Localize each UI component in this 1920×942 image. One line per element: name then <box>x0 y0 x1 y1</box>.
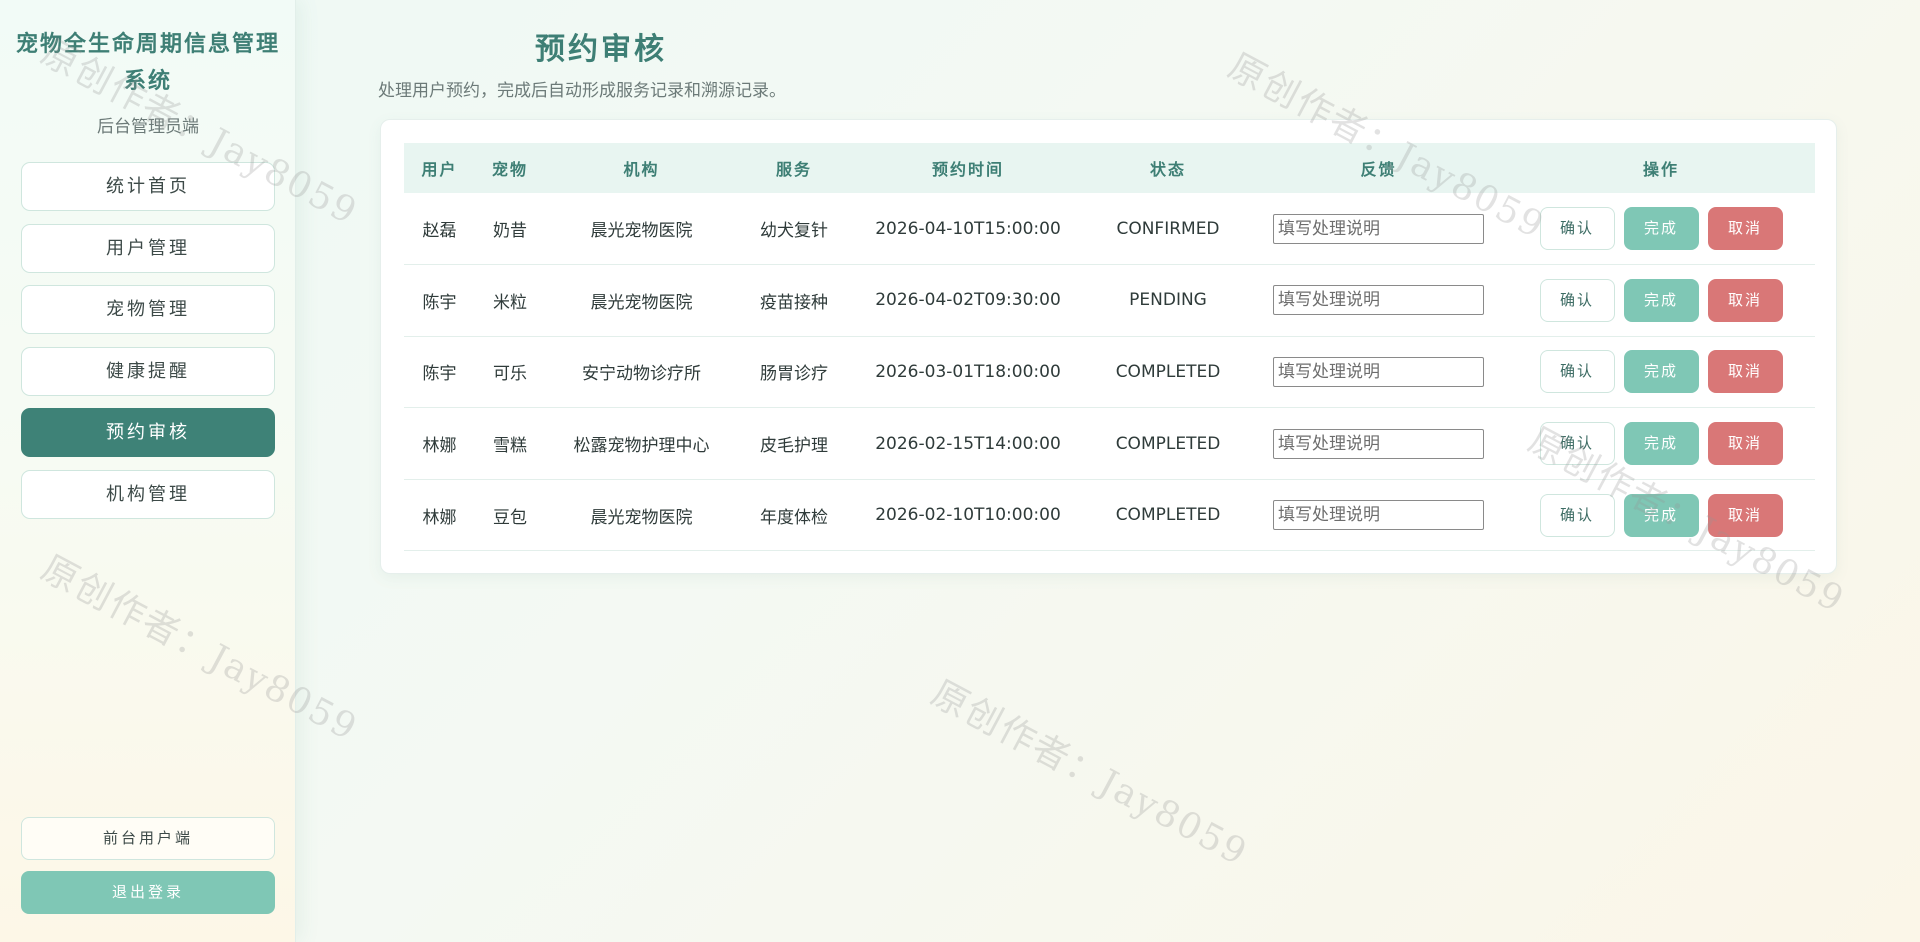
cell-service: 年度体检 <box>760 507 828 528</box>
header-institution: 机构 <box>623 160 660 179</box>
sidebar-nav: 统计首页 用户管理 宠物管理 健康提醒 预约审核 机构管理 <box>21 162 275 531</box>
feedback-input[interactable] <box>1273 500 1484 531</box>
cancel-button[interactable]: 取消 <box>1707 422 1783 466</box>
cell-user: 林娜 <box>422 507 457 528</box>
cell-actions: 确认 完成 取消 <box>1507 193 1815 265</box>
cell-status: CONFIRMED <box>1116 218 1220 239</box>
cell-user: 陈宇 <box>422 292 457 313</box>
cell-feedback <box>1250 479 1507 551</box>
complete-button[interactable]: 完成 <box>1623 350 1699 394</box>
header-user: 用户 <box>421 160 458 179</box>
confirm-button[interactable]: 确认 <box>1539 422 1615 466</box>
confirm-button[interactable]: 确认 <box>1539 207 1615 251</box>
cancel-button[interactable]: 取消 <box>1707 207 1783 251</box>
confirm-button[interactable]: 确认 <box>1539 493 1615 537</box>
app-subtitle: 后台管理员端 <box>97 117 199 137</box>
cell-institution: 安宁动物诊疗所 <box>582 364 701 385</box>
feedback-input[interactable] <box>1273 285 1484 316</box>
cell-service: 肠胃诊疗 <box>760 364 828 385</box>
cell-user: 林娜 <box>422 436 457 457</box>
cell-feedback <box>1250 336 1507 408</box>
cell-actions: 确认 完成 取消 <box>1507 479 1815 551</box>
cell-service: 幼犬复针 <box>760 221 828 242</box>
cell-institution: 晨光宠物医院 <box>590 292 693 313</box>
cell-feedback <box>1250 408 1507 480</box>
cell-user: 赵磊 <box>422 221 457 242</box>
table-row: 林娜 豆包 晨光宠物医院 年度体检 2026-02-10T10:00:00 CO… <box>404 479 1815 551</box>
confirm-button[interactable]: 确认 <box>1539 350 1615 394</box>
cell-time: 2026-02-15T14:00:00 <box>875 433 1061 454</box>
complete-button[interactable]: 完成 <box>1623 207 1699 251</box>
cell-pet: 可乐 <box>493 364 527 385</box>
header-status: 状态 <box>1149 160 1186 179</box>
table-row: 林娜 雪糕 松露宠物护理中心 皮毛护理 2026-02-15T14:00:00 … <box>404 408 1815 480</box>
page-title: 预约审核 <box>535 32 667 67</box>
sidebar-item-users[interactable]: 用户管理 <box>21 223 275 273</box>
cell-user: 陈宇 <box>422 364 457 385</box>
table-row: 陈宇 可乐 安宁动物诊疗所 肠胃诊疗 2026-03-01T18:00:00 C… <box>404 336 1815 408</box>
cell-time: 2026-03-01T18:00:00 <box>875 361 1061 382</box>
complete-button[interactable]: 完成 <box>1623 422 1699 466</box>
table-header-row: 用户 宠物 机构 服务 预约时间 状态 反馈 操作 <box>404 143 1815 193</box>
cell-pet: 雪糕 <box>493 436 527 457</box>
app-title: 宠物全生命周期信息管理系统 <box>16 31 281 94</box>
header-actions: 操作 <box>1642 160 1679 179</box>
cancel-button[interactable]: 取消 <box>1707 278 1783 322</box>
header-appointment-time: 预约时间 <box>931 160 1004 179</box>
table-row: 赵磊 奶昔 晨光宠物医院 幼犬复针 2026-04-10T15:00:00 CO… <box>404 193 1815 265</box>
cell-feedback <box>1250 193 1507 265</box>
cell-status: COMPLETED <box>1115 433 1221 454</box>
cell-pet: 豆包 <box>493 507 527 528</box>
cell-pet: 奶昔 <box>493 221 527 242</box>
complete-button[interactable]: 完成 <box>1623 493 1699 537</box>
header-service: 服务 <box>775 160 812 179</box>
sidebar-item-pets[interactable]: 宠物管理 <box>21 285 275 334</box>
feedback-input[interactable] <box>1273 356 1484 387</box>
cell-service: 皮毛护理 <box>760 436 828 457</box>
sidebar-item-health-reminders[interactable]: 健康提醒 <box>21 346 275 396</box>
cell-feedback <box>1250 265 1507 337</box>
cancel-button[interactable]: 取消 <box>1707 350 1783 394</box>
cell-actions: 确认 完成 取消 <box>1507 265 1815 337</box>
cell-institution: 松露宠物护理中心 <box>573 436 710 457</box>
feedback-input[interactable] <box>1273 428 1484 459</box>
confirm-button[interactable]: 确认 <box>1539 278 1615 322</box>
sidebar: 宠物全生命周期信息管理系统 后台管理员端 统计首页 用户管理 宠物管理 健康提醒… <box>0 0 296 942</box>
cell-actions: 确认 完成 取消 <box>1507 336 1815 408</box>
header-feedback: 反馈 <box>1360 160 1397 179</box>
sidebar-item-dashboard[interactable]: 统计首页 <box>21 162 275 211</box>
cell-institution: 晨光宠物医院 <box>590 221 693 242</box>
cancel-button[interactable]: 取消 <box>1707 493 1783 537</box>
cell-time: 2026-04-10T15:00:00 <box>875 218 1061 239</box>
complete-button[interactable]: 完成 <box>1623 278 1699 322</box>
watermark: 原创作者：Jay8059 <box>924 672 1255 875</box>
cell-pet: 米粒 <box>493 292 527 313</box>
cell-status: PENDING <box>1129 290 1207 311</box>
front-end-button[interactable]: 前台用户端 <box>21 817 275 860</box>
cell-status: COMPLETED <box>1115 361 1221 382</box>
page-description: 处理用户预约，完成后自动形成服务记录和溯源记录。 <box>378 81 786 101</box>
cell-time: 2026-02-10T10:00:00 <box>875 505 1061 526</box>
cell-institution: 晨光宠物医院 <box>590 507 693 528</box>
table-row: 陈宇 米粒 晨光宠物医院 疫苗接种 2026-04-02T09:30:00 PE… <box>404 265 1815 337</box>
sidebar-item-appointment-review[interactable]: 预约审核 <box>21 408 275 457</box>
cell-service: 疫苗接种 <box>760 292 828 313</box>
cell-actions: 确认 完成 取消 <box>1507 408 1815 480</box>
cell-status: COMPLETED <box>1115 505 1221 526</box>
header-pet: 宠物 <box>491 160 528 179</box>
cell-time: 2026-04-02T09:30:00 <box>875 290 1061 311</box>
feedback-input[interactable] <box>1273 213 1484 244</box>
appointments-card: 用户 宠物 机构 服务 预约时间 状态 反馈 操作 赵磊 奶昔 晨光宠物医院 幼… <box>380 119 1837 574</box>
logout-button[interactable]: 退出登录 <box>21 871 275 914</box>
sidebar-item-institutions[interactable]: 机构管理 <box>21 469 275 519</box>
appointments-table: 用户 宠物 机构 服务 预约时间 状态 反馈 操作 赵磊 奶昔 晨光宠物医院 幼… <box>404 143 1815 551</box>
